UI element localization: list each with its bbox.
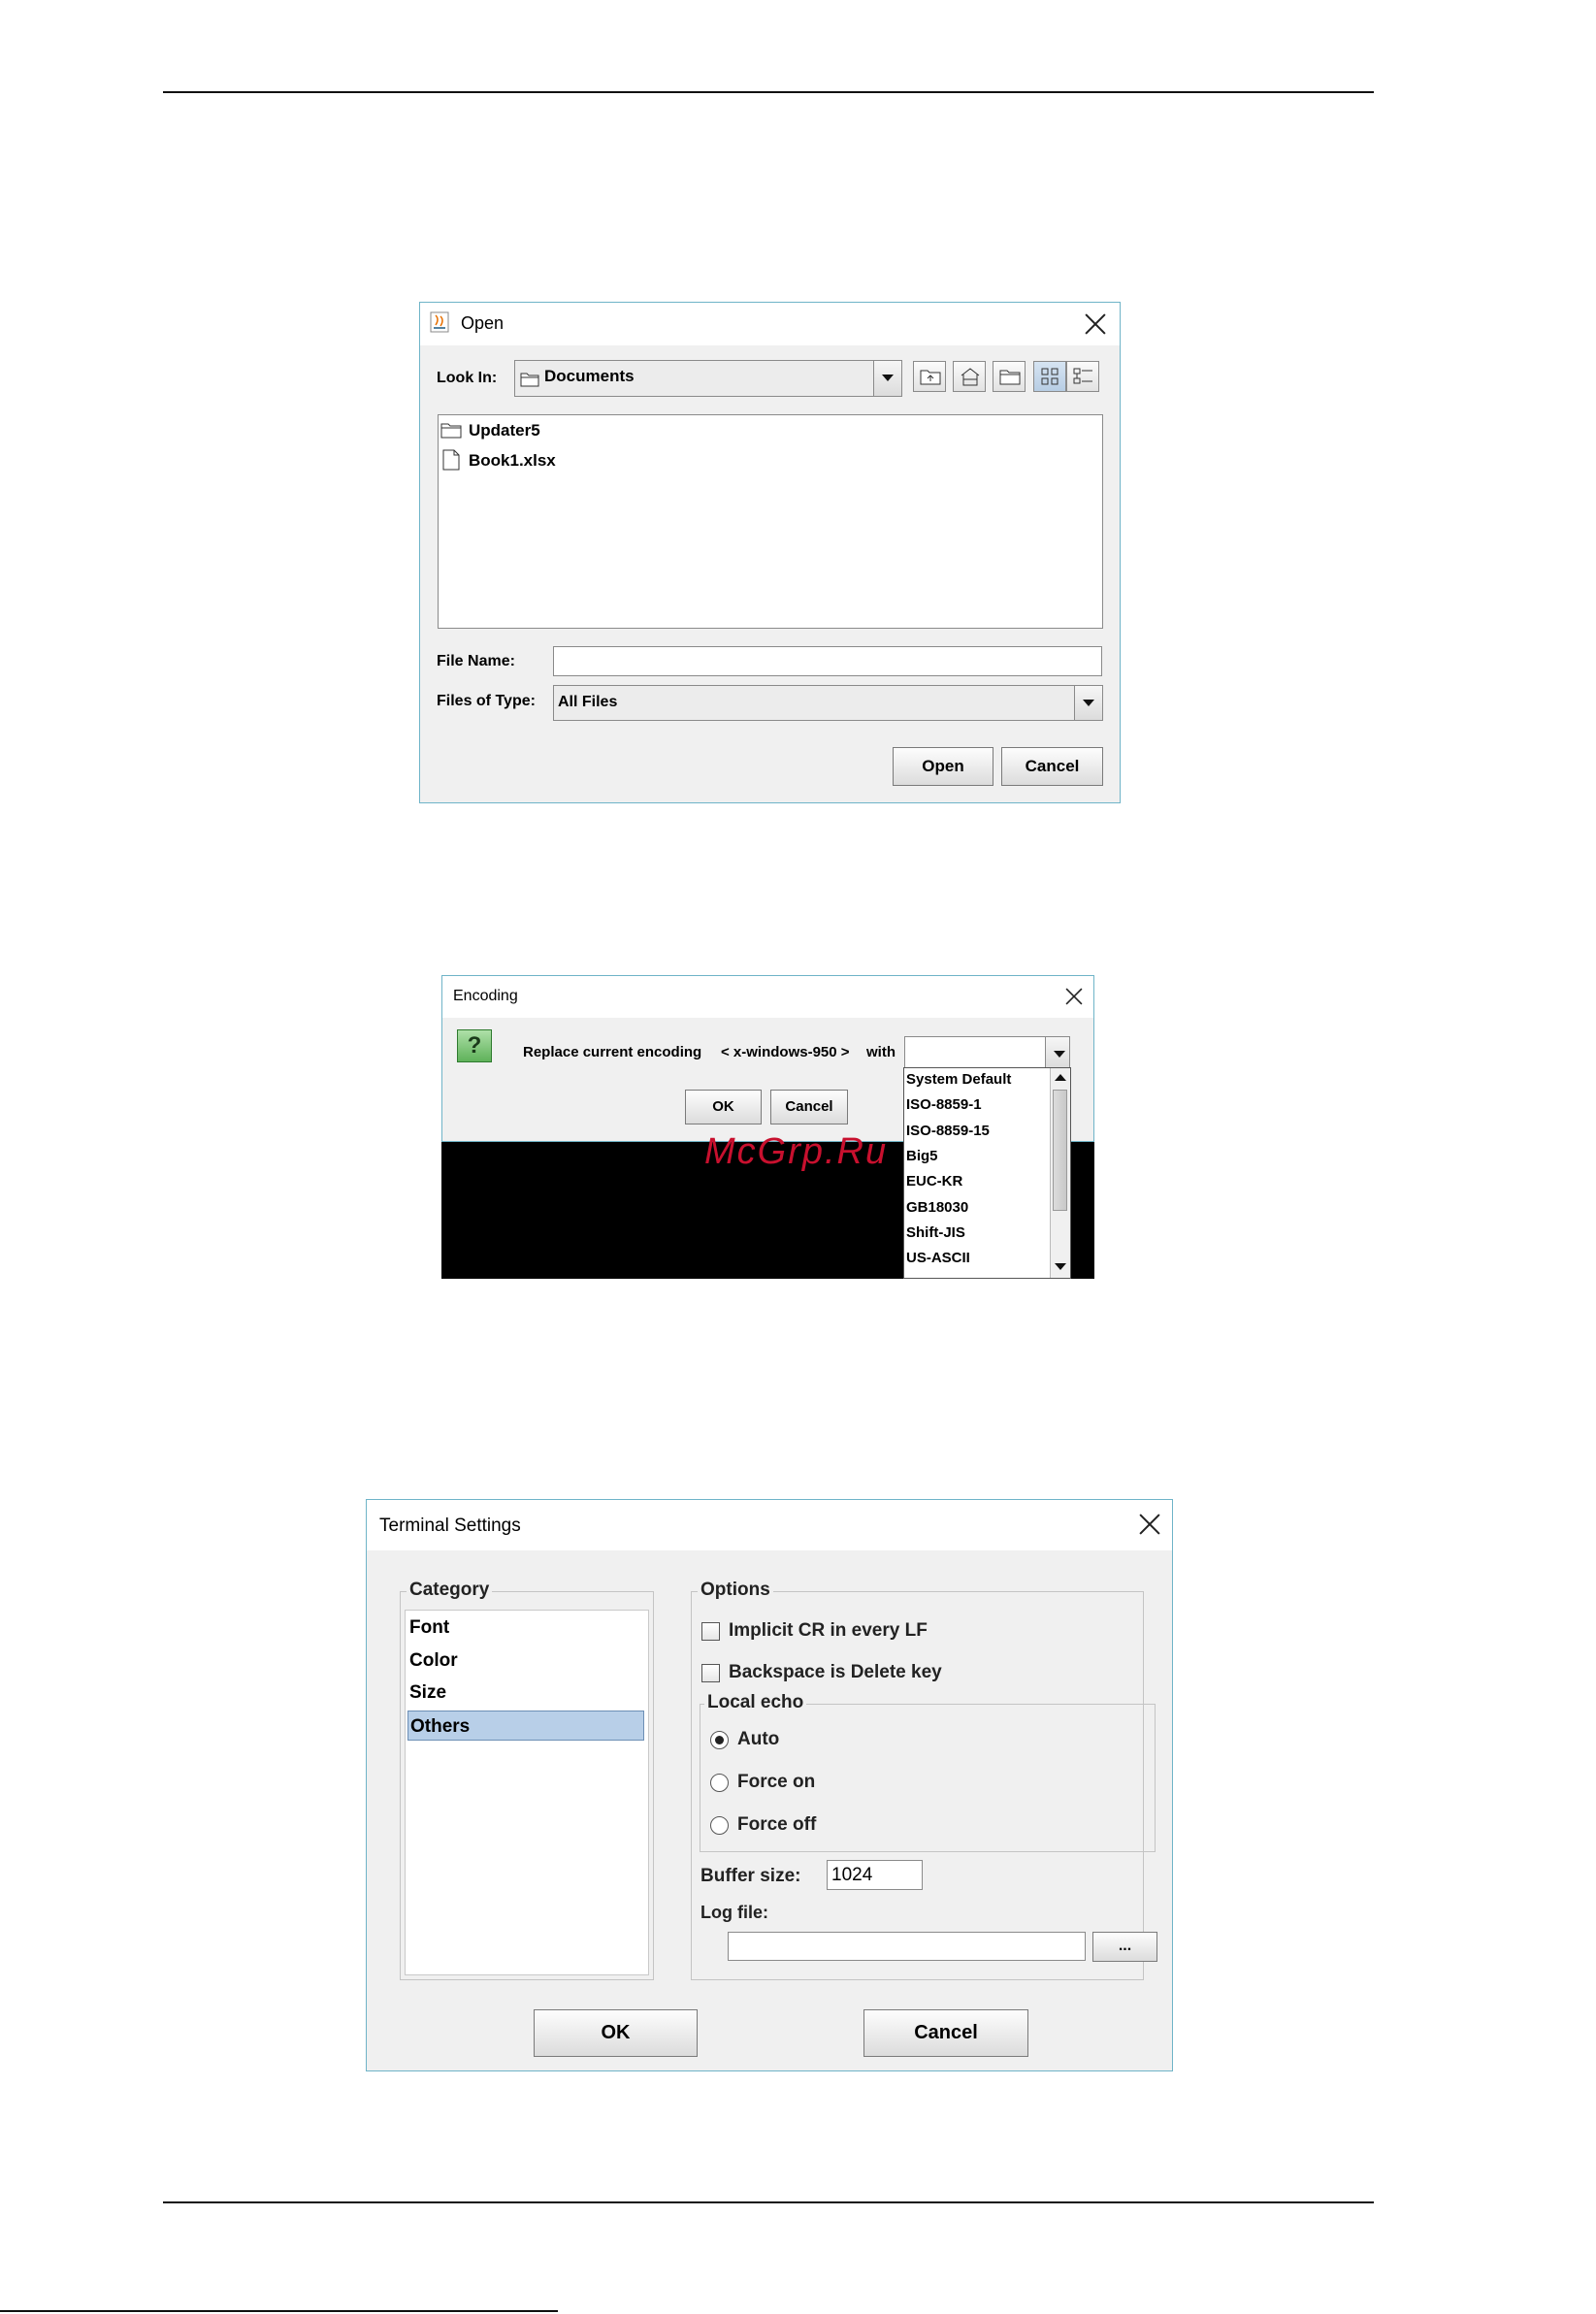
bottom-edge-rule — [0, 2310, 558, 2312]
category-item[interactable]: Others — [407, 1710, 644, 1741]
radio-force-on-label: Force on — [737, 1772, 816, 1792]
folder-icon — [520, 373, 539, 387]
footer-rule — [163, 2201, 1374, 2203]
close-icon[interactable] — [1064, 987, 1083, 1005]
cancel-button[interactable]: Cancel — [1001, 747, 1103, 786]
watermark-text: McGrp.Ru — [704, 1131, 889, 1172]
radio-auto[interactable] — [710, 1731, 729, 1749]
encoding-dialog-title: Encoding — [453, 988, 518, 1004]
files-of-type-value: All Files — [558, 694, 618, 710]
folder-icon — [440, 423, 462, 439]
category-item[interactable]: Size — [407, 1678, 644, 1708]
encoding-dialog-titlebar: Encoding — [442, 976, 1093, 1018]
encoding-option[interactable]: US-ASCII — [906, 1250, 970, 1266]
file-name: Book1.xlsx — [469, 451, 556, 470]
browse-button[interactable]: ... — [1092, 1932, 1157, 1962]
open-dialog-titlebar: Open — [420, 303, 1120, 345]
up-folder-button[interactable] — [913, 361, 946, 392]
encoding-option[interactable]: System Default — [906, 1071, 1011, 1088]
open-dialog: Open Look In: Documents Updater5 Book1.x… — [419, 302, 1121, 803]
backspace-label: Backspace is Delete key — [729, 1662, 942, 1682]
encoding-option[interactable]: Shift-JIS — [906, 1224, 965, 1241]
new-folder-icon — [999, 370, 1021, 385]
encoding-message-suffix: with — [866, 1044, 896, 1060]
terminal-settings-title: Terminal Settings — [379, 1516, 521, 1536]
list-item[interactable]: Updater5 — [439, 415, 827, 444]
local-echo-group: Local echo Auto Force on Force off — [700, 1692, 1156, 1852]
current-encoding-value: < x-windows-950 > — [721, 1044, 850, 1060]
encoding-option[interactable]: GB18030 — [906, 1199, 968, 1216]
options-group: Options Implicit CR in every LF Backspac… — [691, 1580, 1157, 1980]
list-view-button[interactable] — [1033, 361, 1066, 392]
files-of-type-combo[interactable]: All Files — [553, 685, 1103, 721]
implicit-cr-checkbox[interactable] — [701, 1622, 720, 1641]
encoding-message-prefix: Replace current encoding — [523, 1044, 702, 1060]
radio-auto-label: Auto — [737, 1729, 780, 1749]
file-icon — [442, 449, 460, 471]
list-item[interactable]: Book1.xlsx — [439, 445, 827, 474]
open-dialog-title: Open — [461, 313, 505, 333]
encoding-option[interactable]: EUC-KR — [906, 1173, 962, 1190]
category-item[interactable]: Font — [407, 1613, 644, 1643]
chevron-down-icon[interactable] — [1045, 1037, 1069, 1067]
cancel-button[interactable]: Cancel — [863, 2009, 1028, 2057]
options-label: Options — [698, 1580, 773, 1601]
category-list[interactable]: Font Color Size Others — [405, 1610, 649, 1975]
list-view-icon — [1041, 368, 1059, 385]
chevron-down-icon[interactable] — [1074, 686, 1102, 720]
terminal-settings-dialog: Terminal Settings Category Font Color Size… — [366, 1499, 1173, 2071]
file-name-label: File Name: — [437, 653, 515, 669]
chevron-down-icon[interactable] — [873, 361, 901, 396]
encoding-option[interactable]: Big5 — [906, 1148, 938, 1164]
file-list[interactable]: Updater5 Book1.xlsx — [438, 414, 1103, 629]
cancel-button[interactable]: Cancel — [770, 1090, 848, 1124]
category-label: Category — [407, 1580, 493, 1601]
look-in-combo[interactable]: Documents — [514, 360, 902, 397]
ok-button[interactable]: OK — [534, 2009, 698, 2057]
implicit-cr-label: Implicit CR in every LF — [729, 1620, 928, 1641]
encoding-combo[interactable] — [904, 1036, 1070, 1068]
scroll-thumb[interactable] — [1053, 1090, 1067, 1211]
scrollbar[interactable] — [1050, 1068, 1070, 1278]
terminal-settings-titlebar: Terminal Settings — [367, 1500, 1172, 1550]
look-in-value: Documents — [544, 367, 635, 385]
details-view-icon — [1073, 368, 1092, 384]
open-button[interactable]: Open — [893, 747, 993, 786]
scroll-up-icon[interactable] — [1055, 1074, 1066, 1081]
category-item[interactable]: Color — [407, 1646, 644, 1676]
ok-button[interactable]: OK — [685, 1090, 762, 1124]
home-button[interactable] — [953, 361, 986, 392]
buffer-size-input[interactable] — [827, 1860, 923, 1890]
file-name-input[interactable] — [553, 646, 1102, 676]
radio-force-off[interactable] — [710, 1816, 729, 1835]
close-icon[interactable] — [1084, 312, 1107, 336]
file-name: Updater5 — [469, 421, 540, 440]
new-folder-button[interactable] — [993, 361, 1026, 392]
buffer-size-label: Buffer size: — [700, 1866, 801, 1886]
radio-force-on[interactable] — [710, 1774, 729, 1792]
header-rule — [163, 91, 1374, 93]
details-view-button[interactable] — [1066, 361, 1099, 392]
scroll-down-icon[interactable] — [1055, 1263, 1066, 1270]
radio-force-off-label: Force off — [737, 1814, 817, 1835]
log-file-label: Log file: — [700, 1903, 768, 1922]
backspace-checkbox[interactable] — [701, 1664, 720, 1682]
look-in-label: Look In: — [437, 370, 498, 386]
up-folder-icon — [920, 370, 941, 385]
java-icon — [430, 311, 449, 333]
home-icon — [961, 368, 980, 386]
question-icon: ? — [457, 1029, 492, 1062]
encoding-option[interactable]: ISO-8859-1 — [906, 1096, 982, 1113]
encoding-dropdown-list[interactable]: System Default ISO-8859-1 ISO-8859-15 Big5 E… — [903, 1067, 1071, 1279]
log-file-input[interactable] — [728, 1932, 1086, 1961]
encoding-option[interactable]: ISO-8859-15 — [906, 1123, 990, 1139]
close-icon[interactable] — [1138, 1513, 1161, 1536]
category-group: Category Font Color Size Others — [400, 1580, 654, 1980]
files-of-type-label: Files of Type: — [437, 693, 536, 709]
local-echo-label: Local echo — [704, 1692, 807, 1713]
